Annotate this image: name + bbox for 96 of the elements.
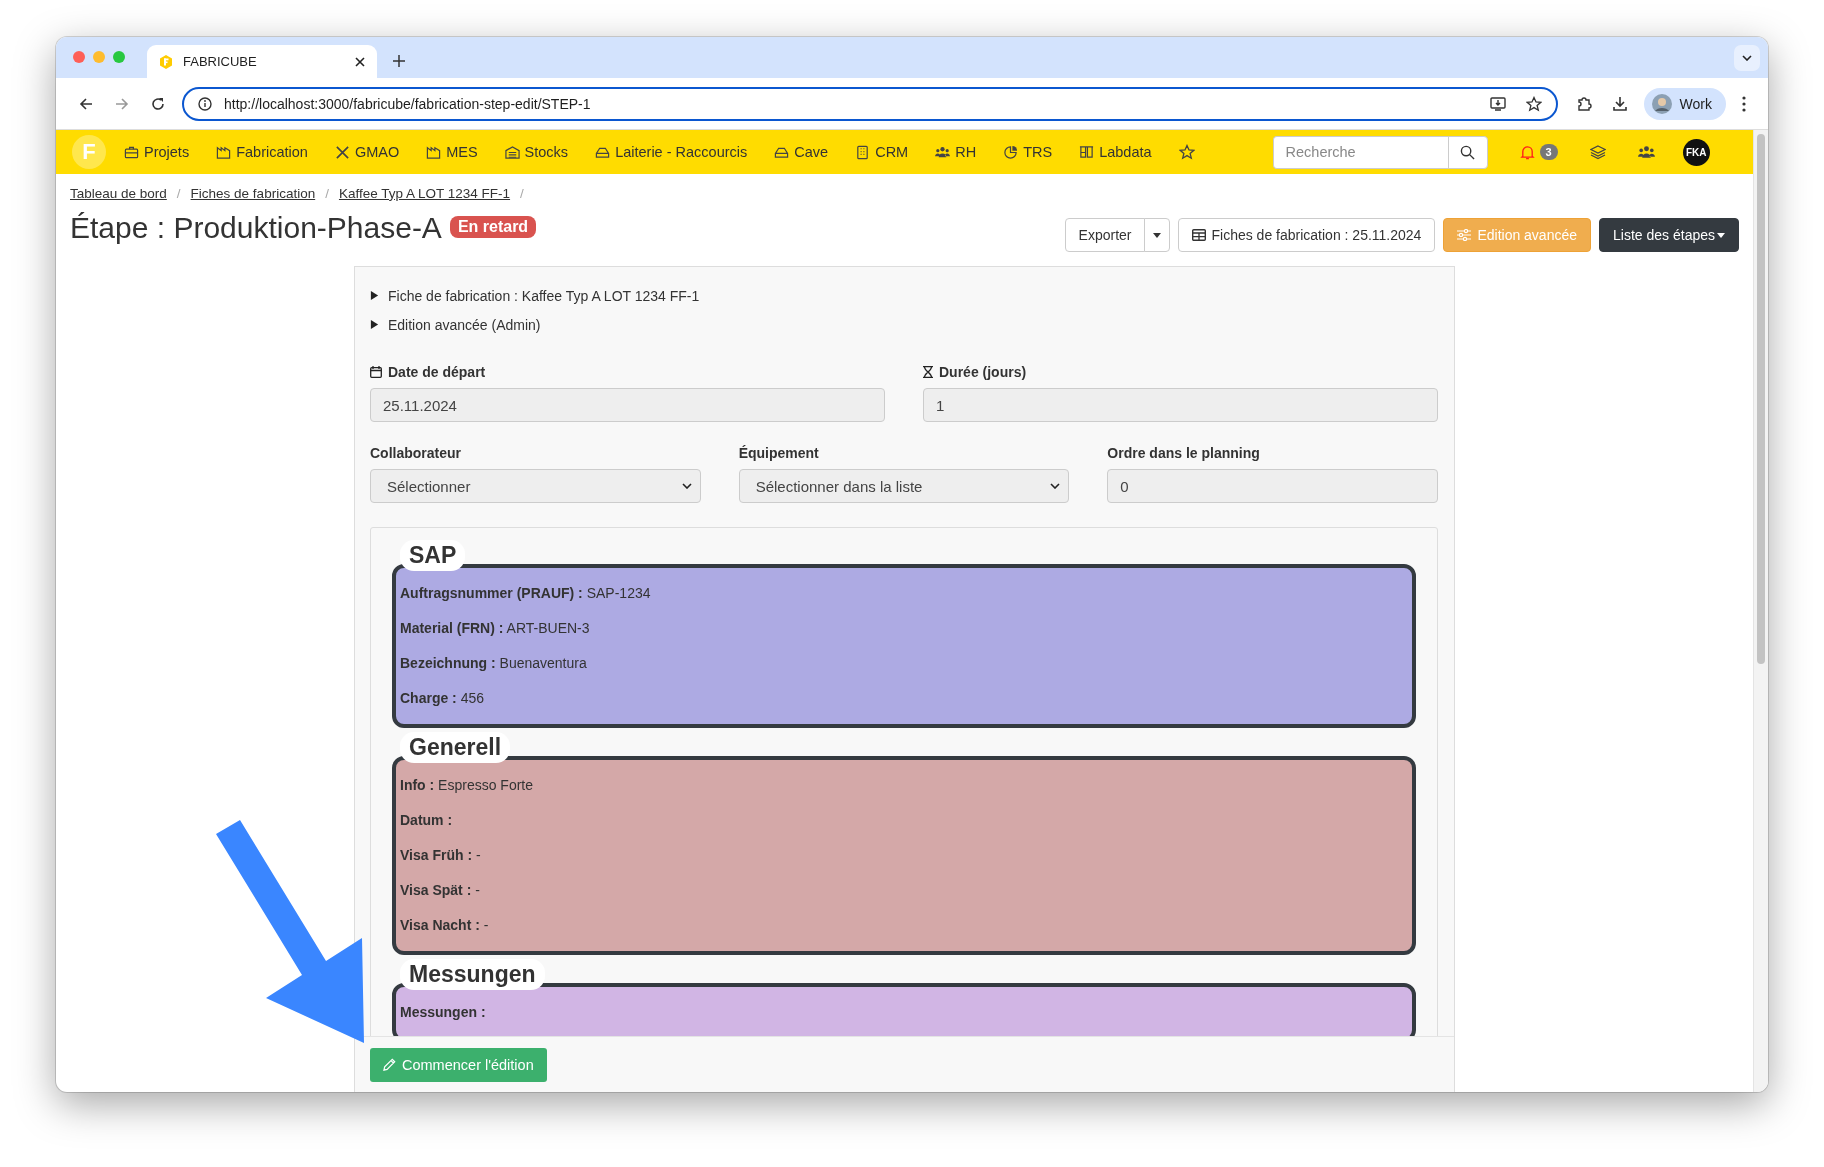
chevron-down-icon: [1742, 55, 1752, 61]
nav-link[interactable]: Labdata: [1079, 144, 1152, 160]
search-field[interactable]: Recherche: [1272, 135, 1448, 169]
warehouse-icon: [504, 144, 520, 160]
notification-count: 3: [1539, 144, 1558, 160]
field-line: Visa Spät : -: [400, 882, 481, 900]
section-title: Generell: [400, 732, 511, 763]
search-button[interactable]: [1447, 135, 1488, 169]
factory-icon: [216, 144, 232, 160]
chevron-down-icon: [681, 483, 692, 489]
export-button[interactable]: Exporter: [1064, 218, 1145, 252]
field-label: Durée (jours): [939, 364, 1027, 380]
search-icon: [1460, 144, 1476, 160]
action-button[interactable]: Liste des étapes: [1599, 218, 1739, 252]
tab-title: FABRICUBE: [183, 54, 258, 69]
install-app-icon[interactable]: [1489, 95, 1506, 112]
select-field[interactable]: Sélectionner dans la liste: [738, 469, 1070, 503]
field-line: Visa Nacht : -: [400, 917, 490, 935]
field-label: Ordre dans le planning: [1107, 445, 1260, 461]
puzzle-icon[interactable]: [1575, 95, 1592, 112]
profile-button[interactable]: Work: [1643, 87, 1726, 120]
nav-link[interactable]: GMAO: [334, 144, 400, 160]
download-icon[interactable]: [1611, 95, 1628, 112]
nav-link[interactable]: TRS: [1003, 144, 1053, 160]
select-field[interactable]: Sélectionner: [370, 469, 701, 503]
caret-icon: [1152, 232, 1161, 238]
details-toggle[interactable]: Fiche de fabrication : Kaffee Typ A LOT 1234 FF-1: [370, 281, 1438, 310]
chevron-down-icon: [1050, 483, 1061, 489]
field-line: Visa Früh : -: [400, 847, 482, 865]
text-field[interactable]: 25.11.2024: [370, 388, 885, 422]
field-line: Bezeichnung : Buenaventura: [400, 655, 588, 673]
avatar-icon: [1651, 93, 1672, 114]
breadcrumb-link[interactable]: Fiches de fabrication: [190, 185, 316, 201]
page-title: Étape : Produktion-Phase-A: [70, 211, 442, 245]
number-field[interactable]: 0: [1107, 469, 1438, 503]
export-dropdown-button[interactable]: [1143, 218, 1170, 252]
section-title: SAP: [400, 540, 466, 571]
forward-icon[interactable]: [114, 95, 130, 112]
action-button[interactable]: Fiches de fabrication : 25.11.2024: [1177, 218, 1436, 252]
star-icon[interactable]: [1178, 144, 1195, 160]
calendar-icon: [370, 366, 382, 378]
nav-link[interactable]: Fabrication: [216, 144, 308, 160]
status-badge: En retard: [449, 216, 537, 238]
nav-link[interactable]: Laiterie - Raccourcis: [595, 144, 748, 160]
layers-icon[interactable]: [1589, 144, 1606, 160]
breadcrumb-separator: /: [176, 185, 181, 201]
nav-link[interactable]: CRM: [855, 144, 909, 160]
nav-link[interactable]: Stocks: [504, 144, 569, 160]
field-line: Charge : 456: [400, 690, 486, 708]
bookmark-star-icon[interactable]: [1525, 95, 1542, 112]
field-line: Messungen :: [400, 1004, 487, 1022]
breadcrumb-link[interactable]: Kaffee Typ A LOT 1234 FF-1: [338, 185, 511, 201]
text-field[interactable]: 1: [923, 388, 1438, 422]
nav-link[interactable]: Cave: [774, 144, 829, 160]
hourglass-icon: [923, 366, 933, 378]
user-avatar[interactable]: FKA: [1682, 138, 1710, 166]
triangle-icon: [370, 291, 379, 300]
nav-link[interactable]: RH: [935, 144, 977, 160]
more-icon[interactable]: [1742, 95, 1746, 112]
breadcrumb-separator: /: [325, 185, 329, 201]
breadcrumb-link[interactable]: Tableau de bord: [70, 185, 167, 201]
briefcase-icon: [124, 144, 139, 160]
section-title: Messungen: [400, 959, 545, 990]
caret-icon: [1717, 232, 1725, 238]
field-label: Collaborateur: [370, 445, 461, 461]
browser-tab[interactable]: FABRICUBE: [147, 45, 377, 78]
building-icon: [855, 144, 871, 160]
people-icon: [935, 144, 951, 160]
pie-chart-icon: [1003, 144, 1019, 160]
field-label: Date de départ: [388, 364, 486, 380]
nav-link[interactable]: Projets: [124, 144, 190, 160]
field-label: Équipement: [738, 445, 819, 461]
close-icon[interactable]: [355, 56, 365, 67]
field-line: Material (FRN) : ART-BUEN-3: [400, 620, 591, 638]
favicon-icon: [159, 54, 173, 69]
tab-list-button[interactable]: [1734, 45, 1760, 71]
details-toggle[interactable]: Edition avancée (Admin): [370, 310, 1438, 339]
nav-link[interactable]: MES: [426, 144, 478, 160]
factory-icon: [426, 144, 442, 160]
back-icon[interactable]: [78, 95, 94, 112]
breadcrumb-separator: /: [520, 185, 524, 201]
field-line: Auftragsnummer (PRAUF) : SAP-1234: [400, 585, 652, 603]
pencil-icon: [383, 1058, 396, 1071]
url-text: http://localhost:3000/fabricube/fabrication-step-edit/STEP-1: [224, 95, 592, 112]
info-icon: [198, 96, 212, 111]
triangle-icon: [370, 320, 379, 329]
field-line: Datum :: [400, 812, 454, 830]
bell-icon[interactable]: [1519, 144, 1535, 160]
new-tab-icon[interactable]: [393, 55, 405, 67]
scrollbar[interactable]: [1753, 130, 1768, 1092]
people-icon[interactable]: [1637, 143, 1655, 161]
address-bar[interactable]: http://localhost:3000/fabricube/fabrication-step-edit/STEP-1: [182, 86, 1558, 121]
field-line: Info : Espresso Forte: [400, 777, 535, 795]
reload-icon[interactable]: [150, 95, 166, 112]
sliders-icon: [1457, 229, 1472, 241]
table-icon: [1191, 229, 1206, 241]
